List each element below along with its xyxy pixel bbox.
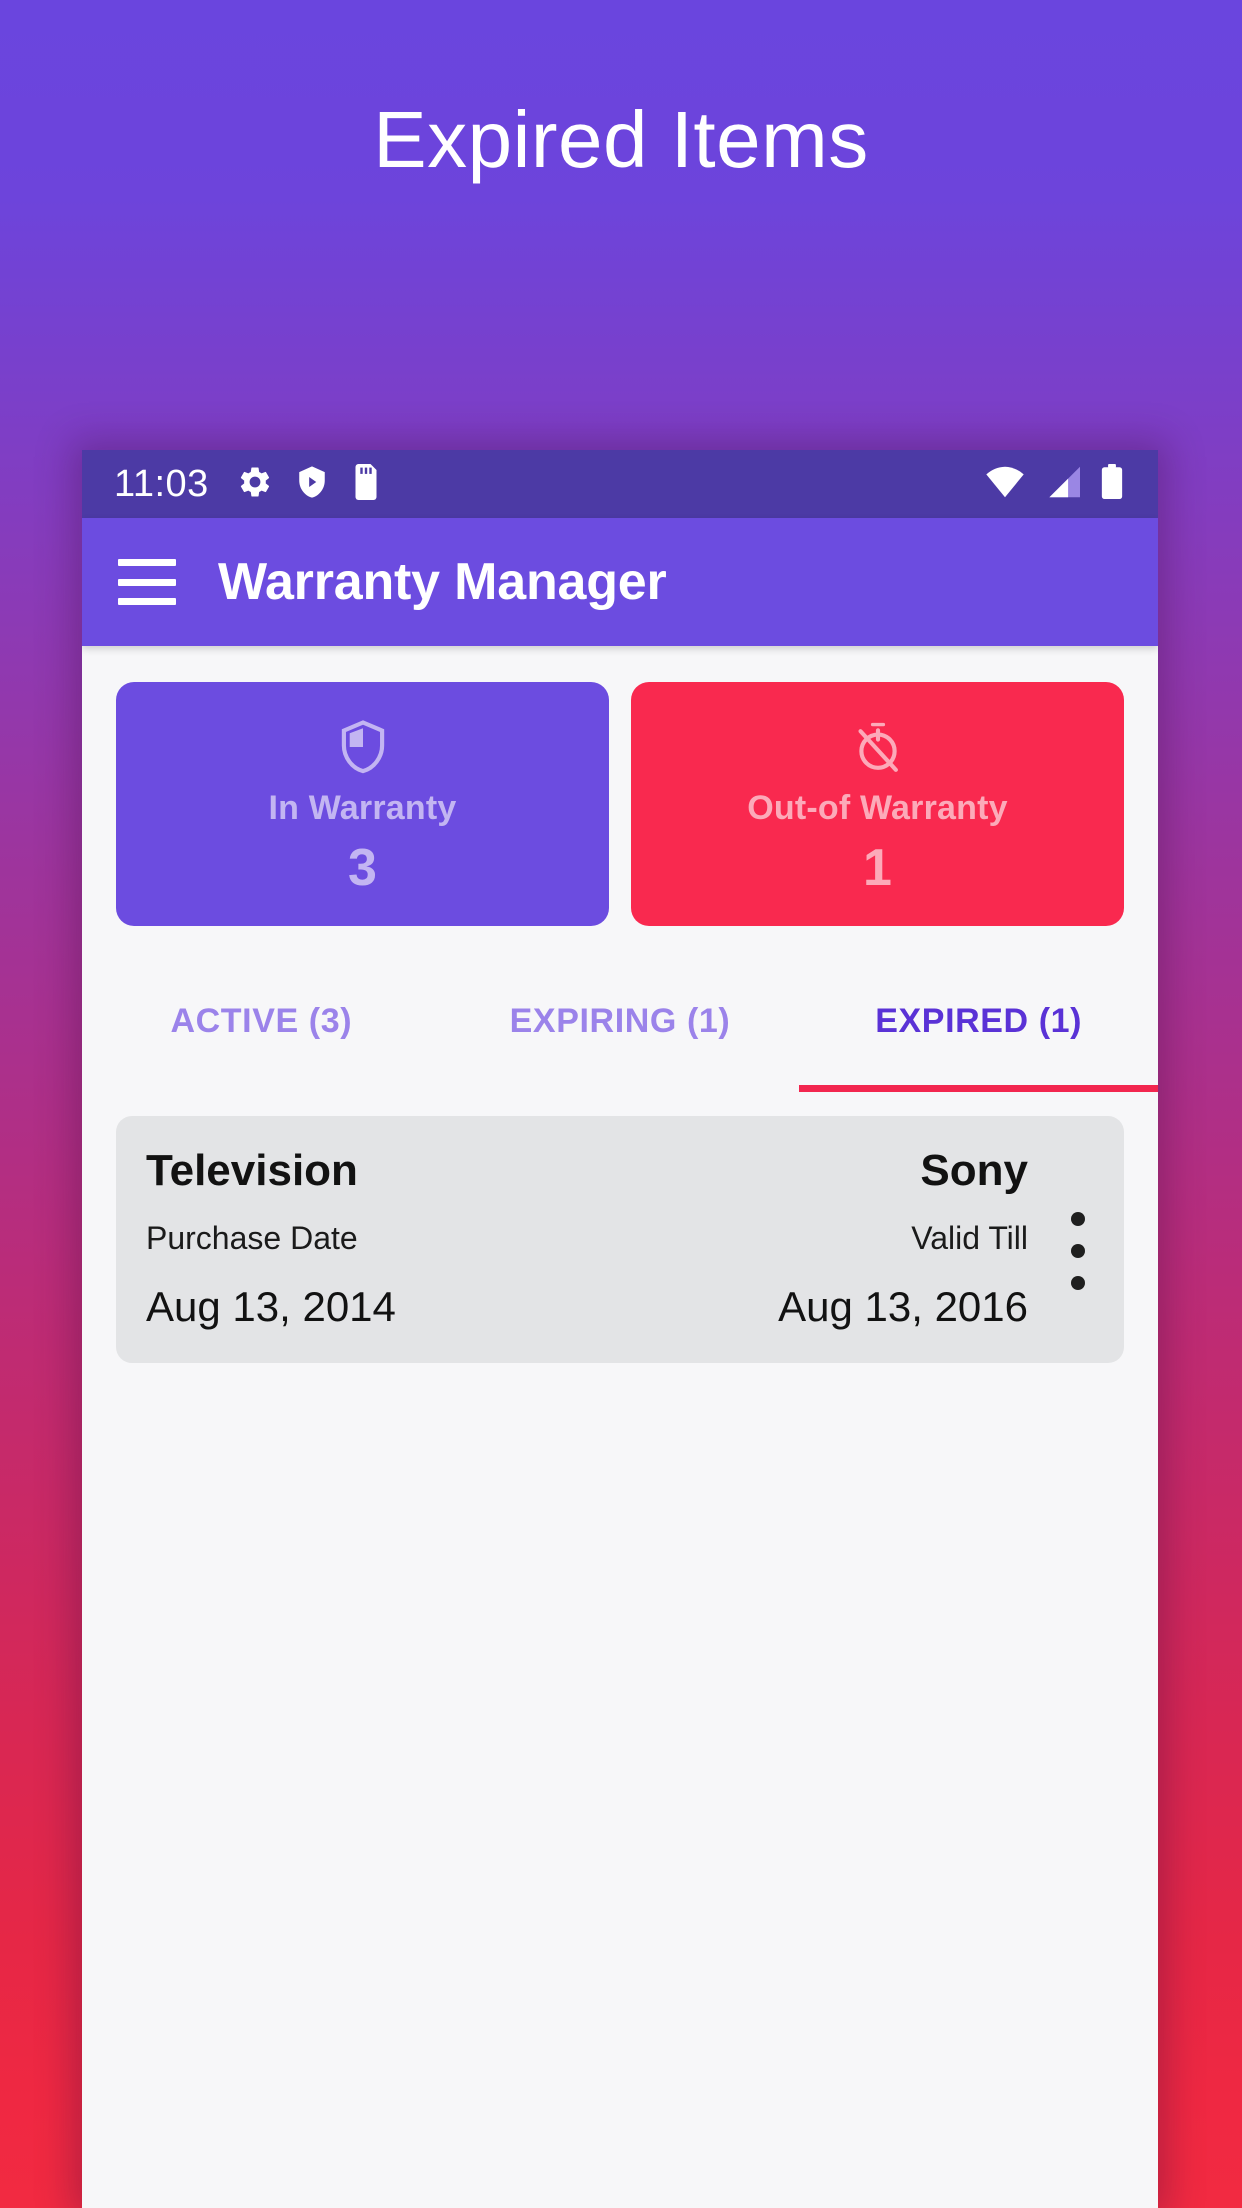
shield-icon	[338, 720, 388, 779]
valid-till-value: Aug 13, 2016	[778, 1283, 1028, 1330]
status-bar-system-icons	[984, 463, 1134, 505]
cellular-signal-icon	[1044, 465, 1082, 504]
overflow-dot	[1071, 1212, 1085, 1226]
status-bar-notification-icons	[237, 463, 381, 505]
overflow-dot	[1071, 1244, 1085, 1258]
tab-indicator	[799, 1085, 1158, 1092]
warranty-list: Television Sony Purchase Date Valid Till…	[82, 1092, 1158, 1363]
more-vertical-icon[interactable]	[1054, 1212, 1102, 1290]
timer-off-icon	[851, 720, 905, 779]
purchase-date-value: Aug 13, 2014	[146, 1283, 396, 1330]
list-item-values: Aug 13, 2014 Aug 13, 2016	[146, 1283, 1094, 1331]
summary-card-count: 1	[863, 839, 892, 897]
summary-cards: In Warranty 3 Out-of Warranty 1	[82, 646, 1158, 926]
summary-card-label: In Warranty	[268, 789, 457, 827]
tab-expiring[interactable]: EXPIRING (1)	[441, 980, 800, 1092]
tab-bar: ACTIVE (3) EXPIRING (1) EXPIRED (1)	[82, 980, 1158, 1092]
play-protect-shield-icon	[295, 464, 329, 505]
list-item[interactable]: Television Sony Purchase Date Valid Till…	[116, 1116, 1124, 1363]
status-bar: 11:03	[82, 450, 1158, 518]
list-item-brand: Sony	[920, 1146, 1028, 1195]
purchase-date-label: Purchase Date	[146, 1220, 358, 1256]
phone-screen: 11:03 Warranty Manager In Warranty 3 Out…	[82, 450, 1158, 2208]
page-title: Expired Items	[373, 95, 869, 184]
app-bar-title: Warranty Manager	[218, 553, 667, 611]
gear-icon	[237, 464, 273, 505]
list-item-labels: Purchase Date Valid Till	[146, 1220, 1094, 1257]
status-bar-clock: 11:03	[114, 462, 209, 505]
summary-card-out-of-warranty[interactable]: Out-of Warranty 1	[631, 682, 1124, 926]
tab-active[interactable]: ACTIVE (3)	[82, 980, 441, 1092]
hamburger-line	[118, 598, 176, 605]
hamburger-line	[118, 559, 176, 566]
sd-card-icon	[351, 463, 381, 505]
wifi-icon	[984, 465, 1026, 504]
app-bar: Warranty Manager	[82, 518, 1158, 646]
summary-card-in-warranty[interactable]: In Warranty 3	[116, 682, 609, 926]
summary-card-label: Out-of Warranty	[747, 789, 1008, 827]
summary-card-count: 3	[348, 839, 377, 897]
list-item-name: Television	[146, 1146, 358, 1195]
hamburger-menu-icon[interactable]	[118, 559, 176, 605]
hamburger-line	[118, 578, 176, 586]
overflow-dot	[1071, 1276, 1085, 1290]
list-item-header: Television Sony	[146, 1146, 1094, 1196]
tab-expired[interactable]: EXPIRED (1)	[799, 980, 1158, 1092]
valid-till-label: Valid Till	[911, 1220, 1028, 1256]
battery-icon	[1100, 463, 1124, 505]
